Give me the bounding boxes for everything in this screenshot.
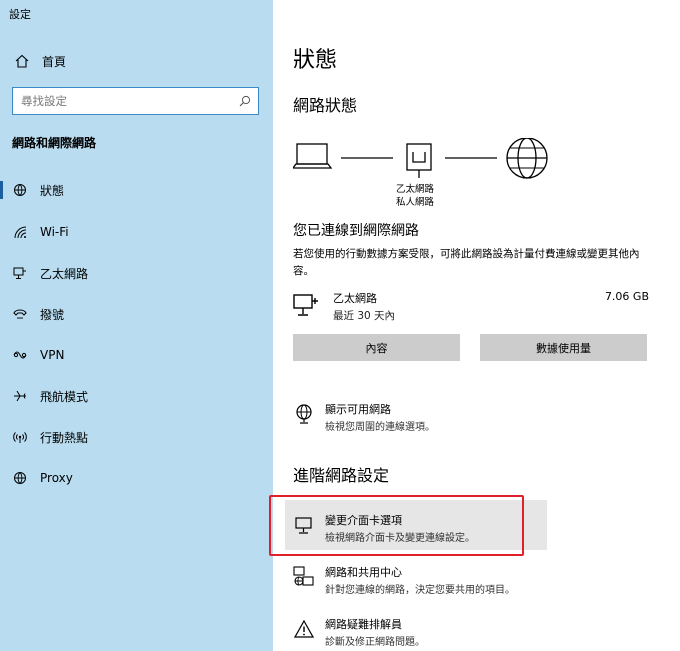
connected-heading: 您已連線到網際網路 [293, 223, 419, 239]
section-title: 網路和網際網路 [12, 136, 97, 150]
troubleshooter-desc: 診斷及修正網路問題。 [325, 637, 425, 648]
sidebar-item-label: Proxy [40, 471, 73, 485]
data-usage-value: 7.06 GB [604, 290, 649, 303]
connection-period: 最近 30 天內 [333, 310, 396, 322]
window-title: 設定 [9, 8, 31, 21]
connection-name: 乙太網路 [333, 292, 377, 305]
sharing-center-title: 網路和共用中心 [325, 566, 402, 579]
sidebar-item-label: 狀態 [40, 183, 65, 198]
show-networks-link[interactable]: 顯示可用網路 檢視您周圍的連線選項。 [293, 401, 653, 437]
hotspot-icon [12, 429, 28, 445]
sidebar-item-label: 乙太網路 [40, 266, 89, 281]
sidebar-item-label: 撥號 [40, 307, 65, 322]
network-status-heading: 網路狀態 [293, 96, 358, 115]
show-networks-desc: 檢視您周圍的連線選項。 [325, 422, 435, 433]
search-icon[interactable] [238, 94, 252, 108]
sidebar-item-label: VPN [40, 348, 65, 362]
globe-icon [12, 470, 28, 486]
home-link[interactable]: 首頁 [14, 52, 66, 70]
sharing-center-icon [293, 566, 315, 588]
properties-button[interactable]: 內容 [293, 334, 460, 361]
ethernet-icon [12, 265, 28, 281]
dialup-icon [12, 306, 28, 322]
status-icon [12, 182, 28, 198]
data-usage-button[interactable]: 數據使用量 [480, 334, 647, 361]
adapter-name-label: 乙太網路 [395, 184, 434, 195]
sidebar-item-hotspot[interactable]: 行動熱點 [0, 422, 273, 452]
sidebar-item-airplane[interactable]: 飛航模式 [0, 381, 273, 411]
internet-globe-icon [506, 137, 548, 179]
sidebar: 設定 首頁 網路和網際網路 狀態 Wi-Fi 乙太網路 撥號 [0, 0, 273, 651]
sharing-center-desc: 針對您連線的網路，決定您要共用的項目。 [325, 585, 515, 596]
vpn-icon [12, 347, 28, 363]
highlight-annotation-box [269, 495, 524, 556]
sidebar-item-ethernet[interactable]: 乙太網路 [0, 258, 273, 288]
search-input[interactable] [21, 94, 238, 108]
home-icon [14, 53, 30, 69]
connected-description: 若您使用的行動數據方案受限，可將此網路設為計量付費連線或變更其他內容。 [293, 248, 640, 277]
troubleshooter-link[interactable]: 網路疑難排解員 診斷及修正網路問題。 [293, 616, 653, 651]
sidebar-item-label: 飛航模式 [40, 389, 89, 404]
sidebar-item-dialup[interactable]: 撥號 [0, 299, 273, 329]
sidebar-item-status[interactable]: 狀態 [0, 175, 273, 205]
wifi-icon [12, 224, 28, 240]
sharing-center-link[interactable]: 網路和共用中心 針對您連線的網路，決定您要共用的項目。 [293, 564, 653, 600]
ethernet-icon [293, 292, 319, 318]
sidebar-item-label: 行動熱點 [40, 430, 89, 445]
globe-network-icon [293, 403, 315, 425]
advanced-heading: 進階網路設定 [293, 466, 390, 485]
sidebar-item-proxy[interactable]: Proxy [0, 463, 273, 493]
show-networks-title: 顯示可用網路 [325, 403, 391, 416]
laptop-icon [291, 143, 333, 169]
sidebar-item-wifi[interactable]: Wi-Fi [0, 217, 273, 247]
home-label: 首頁 [42, 54, 67, 69]
network-type-label: 私人網路 [395, 197, 434, 208]
sidebar-item-label: Wi-Fi [40, 225, 69, 239]
ethernet-port-icon [406, 143, 432, 178]
page-title: 狀態 [293, 48, 338, 73]
airplane-icon [12, 388, 28, 404]
connection-summary: 乙太網路 最近 30 天內 7.06 GB [293, 290, 649, 326]
warning-icon [293, 618, 315, 640]
search-box[interactable] [12, 87, 259, 115]
troubleshooter-title: 網路疑難排解員 [325, 618, 402, 631]
sidebar-item-vpn[interactable]: VPN [0, 340, 273, 370]
